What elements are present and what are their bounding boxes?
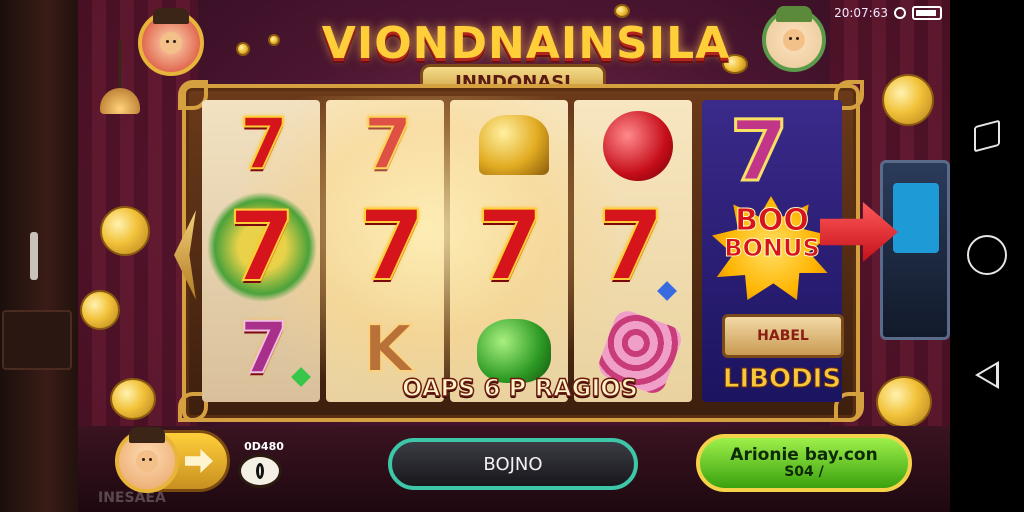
lamp-cord bbox=[118, 40, 121, 90]
balance-label: 0D480 bbox=[244, 440, 284, 453]
bonus-label: BOO BONUS bbox=[706, 203, 838, 262]
seven-symbol: 7 bbox=[239, 102, 290, 186]
zero-icon bbox=[256, 463, 264, 479]
face-icon bbox=[783, 29, 805, 51]
player-avatar bbox=[115, 427, 179, 493]
gold-coin bbox=[236, 42, 250, 56]
seven-symbol: 7 bbox=[228, 190, 297, 304]
spin-button[interactable]: Arionie bay.con S04 / bbox=[696, 434, 912, 492]
gold-coin bbox=[268, 34, 280, 46]
bonus-name: LIBODIS bbox=[722, 364, 842, 395]
cherry-symbol bbox=[598, 106, 678, 186]
gold-coin bbox=[876, 376, 932, 428]
bell-symbol bbox=[474, 110, 554, 180]
player-profile-button[interactable] bbox=[115, 427, 230, 493]
status-time: 20:07:63 bbox=[834, 6, 888, 20]
gold-coin bbox=[110, 378, 156, 420]
recents-icon[interactable] bbox=[974, 119, 1000, 153]
background-slot-machine bbox=[2, 310, 72, 370]
gold-coin bbox=[80, 290, 120, 330]
gold-coin bbox=[882, 74, 934, 126]
balance-dial[interactable] bbox=[238, 454, 282, 488]
bet-button[interactable]: BOJNO bbox=[388, 438, 638, 490]
seven-symbol: 7 bbox=[363, 102, 414, 186]
treasure-chest: HABEL bbox=[722, 314, 844, 358]
arrow-right-icon bbox=[185, 449, 213, 473]
gold-coin bbox=[614, 4, 630, 18]
spin-button-line1: Arionie bay.con bbox=[730, 444, 878, 465]
back-icon[interactable] bbox=[975, 361, 999, 389]
hat-icon bbox=[129, 427, 165, 443]
side-slot bbox=[30, 232, 38, 280]
home-icon[interactable] bbox=[967, 235, 1007, 275]
signal-icon bbox=[894, 7, 906, 19]
seven-symbol: 7 bbox=[476, 189, 545, 303]
left-bezel bbox=[0, 0, 78, 512]
bell-icon bbox=[479, 115, 549, 175]
host-avatar-right bbox=[762, 6, 826, 72]
hat-icon bbox=[153, 8, 189, 24]
cherry-icon bbox=[603, 111, 673, 181]
machine-screen bbox=[893, 183, 939, 253]
watermark: INESAEA bbox=[98, 490, 166, 506]
host-avatar-left bbox=[138, 8, 204, 76]
face-icon bbox=[160, 32, 182, 54]
android-nav-bar bbox=[950, 0, 1024, 512]
game-screen: 20:07:63 VIONDNAINSILA INNDONASI 7 7 7 7… bbox=[78, 0, 950, 512]
bonus-seven-symbol: 7 bbox=[728, 101, 789, 202]
seven-symbol: 7 bbox=[358, 189, 427, 303]
background-slot-machine-right bbox=[880, 160, 950, 340]
battery-icon bbox=[912, 6, 942, 20]
reel-banner: OAPS 6 P RAGIOS bbox=[401, 373, 638, 403]
bonus-label-line1: BOO bbox=[735, 203, 810, 238]
status-bar: 20:07:63 bbox=[834, 6, 942, 20]
bonus-label-line2: BONUS bbox=[724, 234, 821, 262]
face-icon bbox=[136, 450, 158, 472]
gold-coin bbox=[100, 206, 150, 256]
game-title: VIONDNAINSILA bbox=[321, 18, 731, 69]
hat-icon bbox=[776, 6, 812, 22]
spin-button-line2: S04 / bbox=[784, 463, 824, 480]
